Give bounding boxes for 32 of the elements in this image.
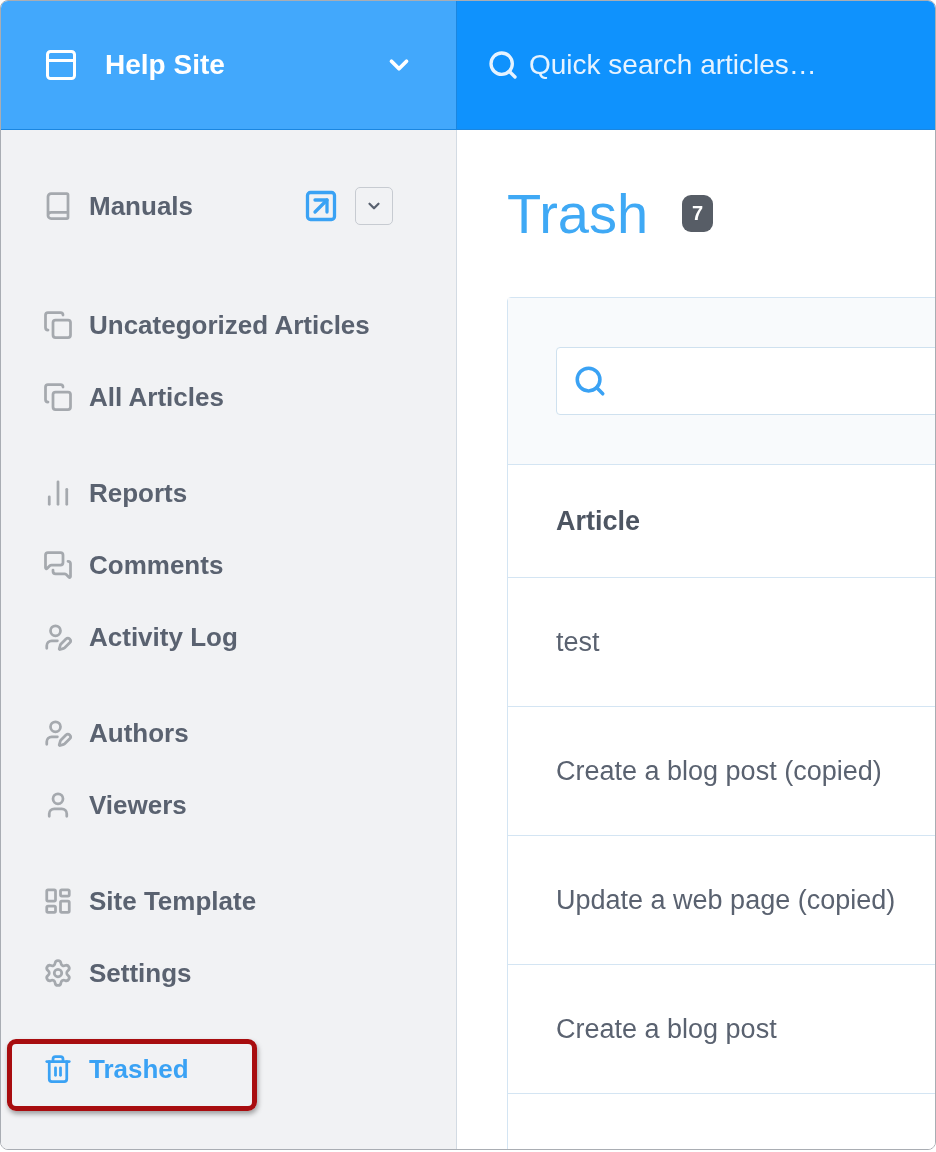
search-icon: [487, 49, 519, 81]
site-name: Help Site: [105, 49, 226, 81]
sidebar-item[interactable]: Viewers: [11, 769, 431, 841]
sidebar-item[interactable]: Activity Log: [11, 601, 431, 673]
window-icon: [43, 47, 79, 83]
chat-bubbles-icon: [43, 550, 73, 580]
page-title: Trash: [507, 181, 649, 247]
trash-icon: [43, 1054, 73, 1084]
column-header: Article: [508, 465, 935, 579]
table-cell[interactable]: Create a blog post: [508, 965, 935, 1095]
table-cell[interactable]: Create a blog post (copied): [508, 707, 935, 837]
search-icon: [573, 364, 607, 399]
copy-icon: [43, 382, 73, 412]
sidebar-item[interactable]: Site Template: [11, 865, 431, 937]
sidebar-item[interactable]: Settings: [11, 937, 431, 1009]
sidebar-item[interactable]: Manuals: [11, 170, 431, 242]
sidebar-item[interactable]: All Articles: [11, 361, 431, 433]
sidebar-item[interactable]: Reports: [11, 457, 431, 529]
count-badge: 7: [682, 195, 714, 233]
external-link-icon[interactable]: [303, 188, 339, 224]
quick-search-field[interactable]: Quick search articles…: [487, 49, 817, 81]
user-edit-icon: [43, 622, 73, 652]
table-cell[interactable]: Update a web page (copied): [508, 836, 935, 966]
user-edit-icon: [43, 718, 73, 748]
sidebar-item[interactable]: Uncategorized Articles: [11, 289, 431, 361]
layout-icon: [43, 886, 73, 916]
table-cell[interactable]: test: [508, 578, 935, 708]
sidebar-item[interactable]: Comments: [11, 529, 431, 601]
settings-icon: [43, 958, 73, 988]
copy-icon: [43, 310, 73, 340]
sidebar-item[interactable]: Authors: [11, 697, 431, 769]
dropdown-button[interactable]: [355, 187, 393, 225]
